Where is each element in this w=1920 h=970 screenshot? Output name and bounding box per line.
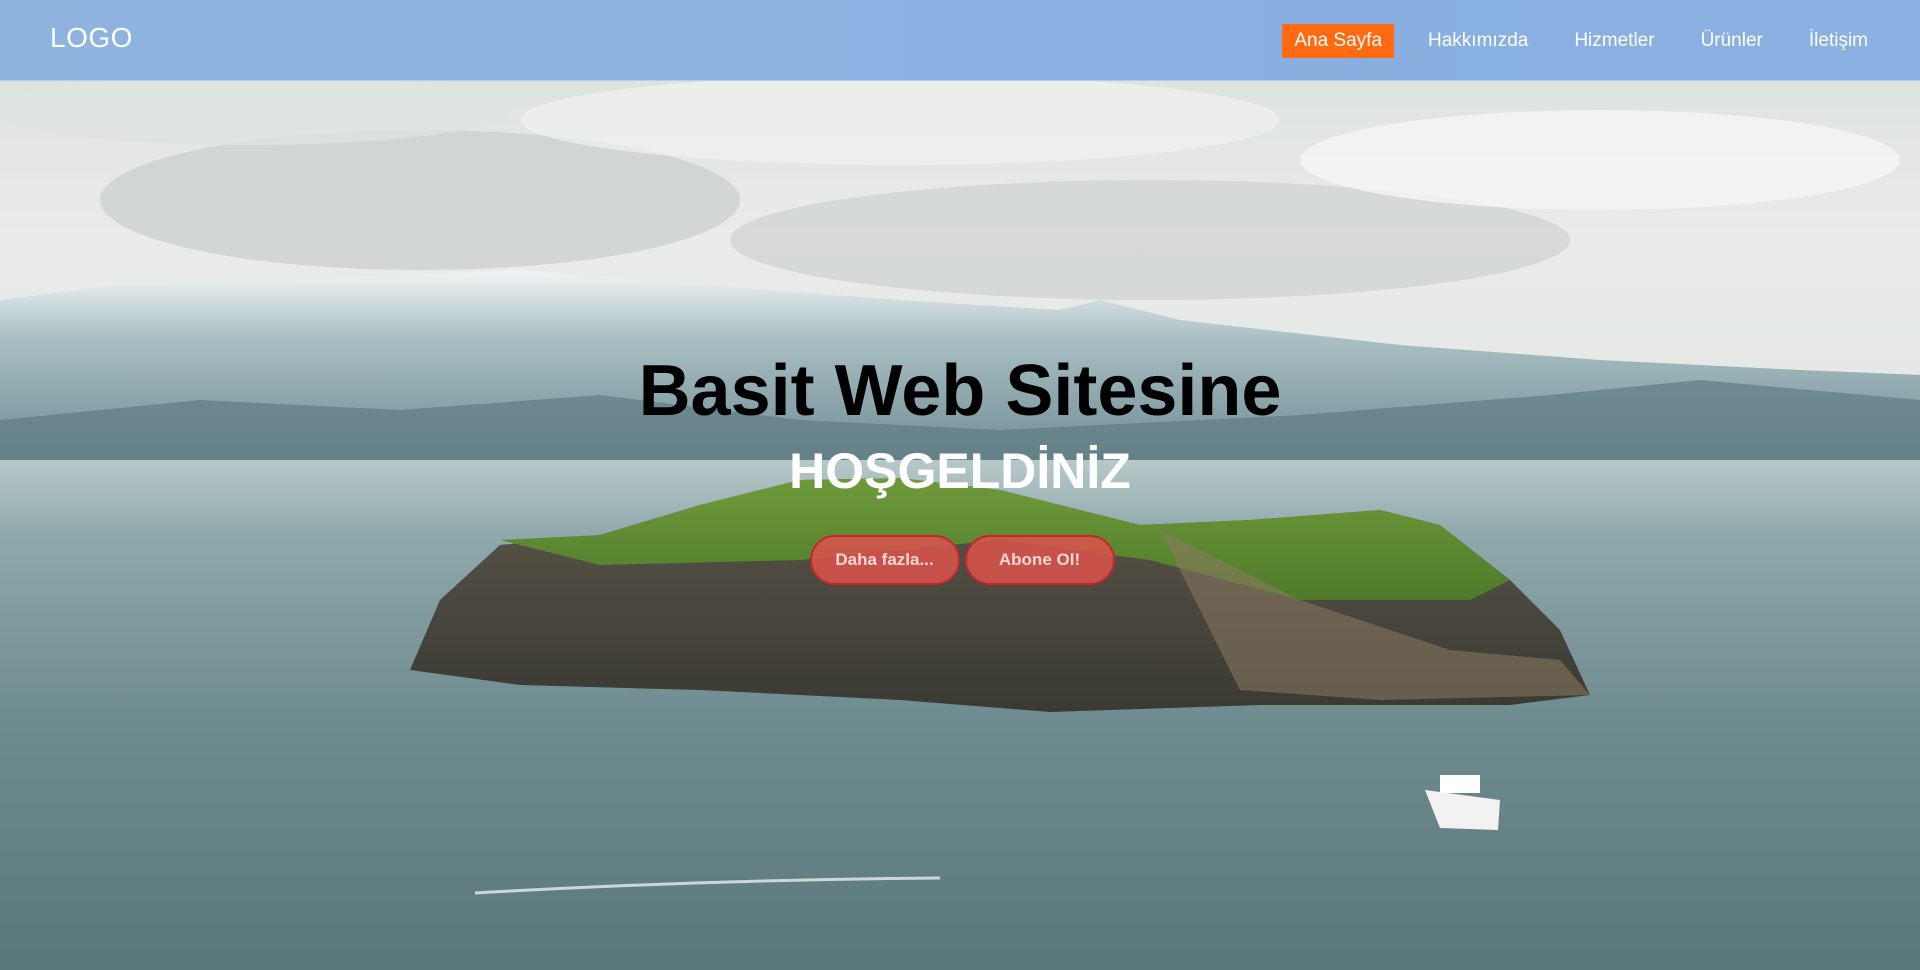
more-button[interactable]: Daha fazla... (809, 535, 960, 585)
nav-item-urunler[interactable]: Ürünler (1689, 24, 1775, 58)
main-nav: Ana Sayfa Hakkımızda Hizmetler Ürünler İ… (1282, 24, 1880, 58)
hero-title: Basit Web Sitesine (638, 351, 1282, 431)
hero-subtitle: HOŞGELDİNİZ (789, 443, 1131, 499)
subscribe-button[interactable]: Abone Ol! (964, 535, 1115, 585)
nav-item-iletisim[interactable]: İletişim (1797, 24, 1880, 58)
site-header: LOGO Ana Sayfa Hakkımızda Hizmetler Ürün… (0, 0, 1920, 81)
logo[interactable]: LOGO (50, 22, 133, 54)
nav-item-hizmetler[interactable]: Hizmetler (1562, 24, 1666, 58)
hero-buttons: Daha fazla... Abone Ol! (0, 535, 1920, 585)
nav-item-hakkimizda[interactable]: Hakkımızda (1416, 24, 1540, 58)
nav-item-ana-sayfa[interactable]: Ana Sayfa (1282, 24, 1395, 58)
